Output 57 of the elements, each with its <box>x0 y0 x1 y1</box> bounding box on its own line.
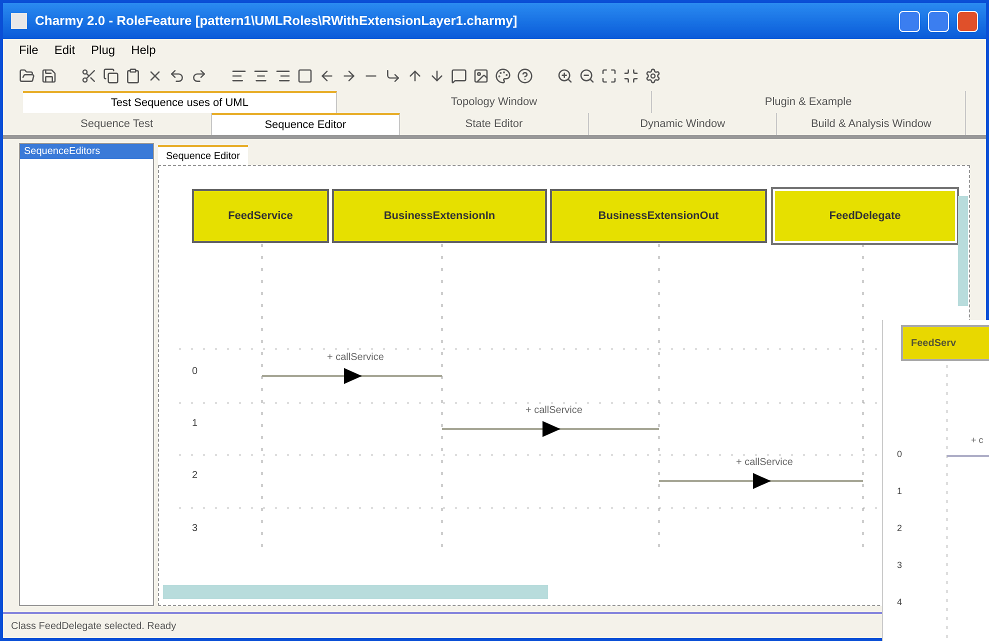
lifeline-box[interactable]: BusinessExtensionOut <box>550 189 767 243</box>
lifeline-box[interactable]: FeedService <box>192 189 329 243</box>
row-number: 1 <box>897 485 902 498</box>
paste-icon[interactable] <box>125 68 141 84</box>
rectangle-icon[interactable] <box>297 68 313 84</box>
minimize-button[interactable] <box>899 10 920 32</box>
status-text: Class FeedDelegate selected. Ready <box>11 620 176 634</box>
message-label: + callService <box>736 456 793 470</box>
message-label: + callService <box>526 404 582 418</box>
save-icon[interactable] <box>41 68 57 84</box>
undo-icon[interactable] <box>169 68 185 84</box>
row-number: 3 <box>192 522 198 536</box>
message-label: + c <box>971 434 984 447</box>
horizontal-scrollbar[interactable] <box>163 585 548 599</box>
row-number: 0 <box>897 448 902 461</box>
palette-icon[interactable] <box>495 68 511 84</box>
arrow-left-icon[interactable] <box>319 68 335 84</box>
copy-icon[interactable] <box>103 68 119 84</box>
collapse-icon[interactable] <box>623 68 639 84</box>
help-icon[interactable] <box>517 68 533 84</box>
row-number: 2 <box>192 469 198 483</box>
menu-item[interactable]: File <box>19 41 38 59</box>
editor-tab[interactable]: Sequence Editor <box>158 145 248 165</box>
lifeline-box[interactable]: BusinessExtensionIn <box>332 189 547 243</box>
connector-icon[interactable] <box>385 68 401 84</box>
zoom-in-icon[interactable] <box>557 68 573 84</box>
row-number: 1 <box>192 417 198 431</box>
comment-icon[interactable] <box>451 68 467 84</box>
row-number: 2 <box>897 522 902 535</box>
menu-item[interactable]: Plug <box>91 41 116 59</box>
maximize-button[interactable] <box>928 10 949 32</box>
folder-icon[interactable] <box>19 68 35 84</box>
row-number: 3 <box>897 559 902 572</box>
image-icon[interactable] <box>473 68 489 84</box>
tab[interactable]: Test Sequence uses of UML <box>23 91 338 113</box>
row-number: 4 <box>897 596 902 609</box>
align-right-icon[interactable] <box>275 68 291 84</box>
arrow-right-icon[interactable] <box>341 68 357 84</box>
lifeline-box[interactable]: FeedServ <box>901 325 989 361</box>
zoom-out-icon[interactable] <box>579 68 595 84</box>
settings-icon[interactable] <box>645 68 661 84</box>
message-label: + callService <box>327 351 384 365</box>
expand-icon[interactable] <box>601 68 617 84</box>
tab[interactable]: Sequence Editor <box>212 113 400 135</box>
vertical-scrollbar[interactable] <box>958 196 968 306</box>
menu-item[interactable]: Edit <box>54 41 76 59</box>
lifeline-box[interactable]: FeedDelegate <box>773 189 957 243</box>
redo-icon[interactable] <box>191 68 207 84</box>
close-button[interactable] <box>957 10 978 32</box>
align-center-icon[interactable] <box>253 68 269 84</box>
menu-item[interactable]: Help <box>131 41 156 59</box>
cut-icon[interactable] <box>81 68 97 84</box>
row-number: 0 <box>192 365 198 379</box>
app-icon <box>11 13 27 29</box>
align-left-icon[interactable] <box>231 68 247 84</box>
list-item[interactable]: SequenceEditors <box>20 144 153 159</box>
window-title: Charmy 2.0 - RoleFeature [pattern1\UMLRoles\RWithExtensionLayer1.charmy] <box>35 12 518 30</box>
